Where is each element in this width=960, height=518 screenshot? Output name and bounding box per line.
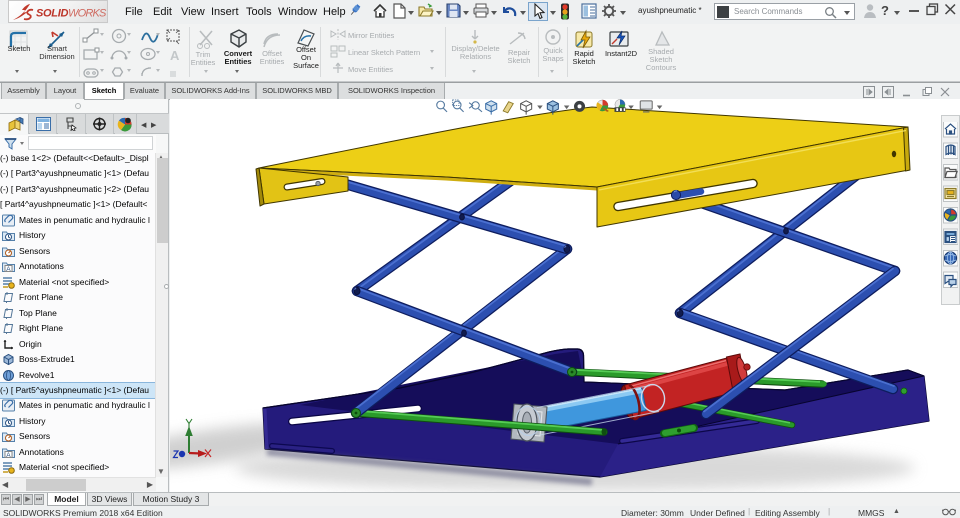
svg-text:A: A	[6, 452, 11, 459]
svg-text:A: A	[6, 266, 11, 273]
svg-text:A: A	[170, 48, 180, 63]
